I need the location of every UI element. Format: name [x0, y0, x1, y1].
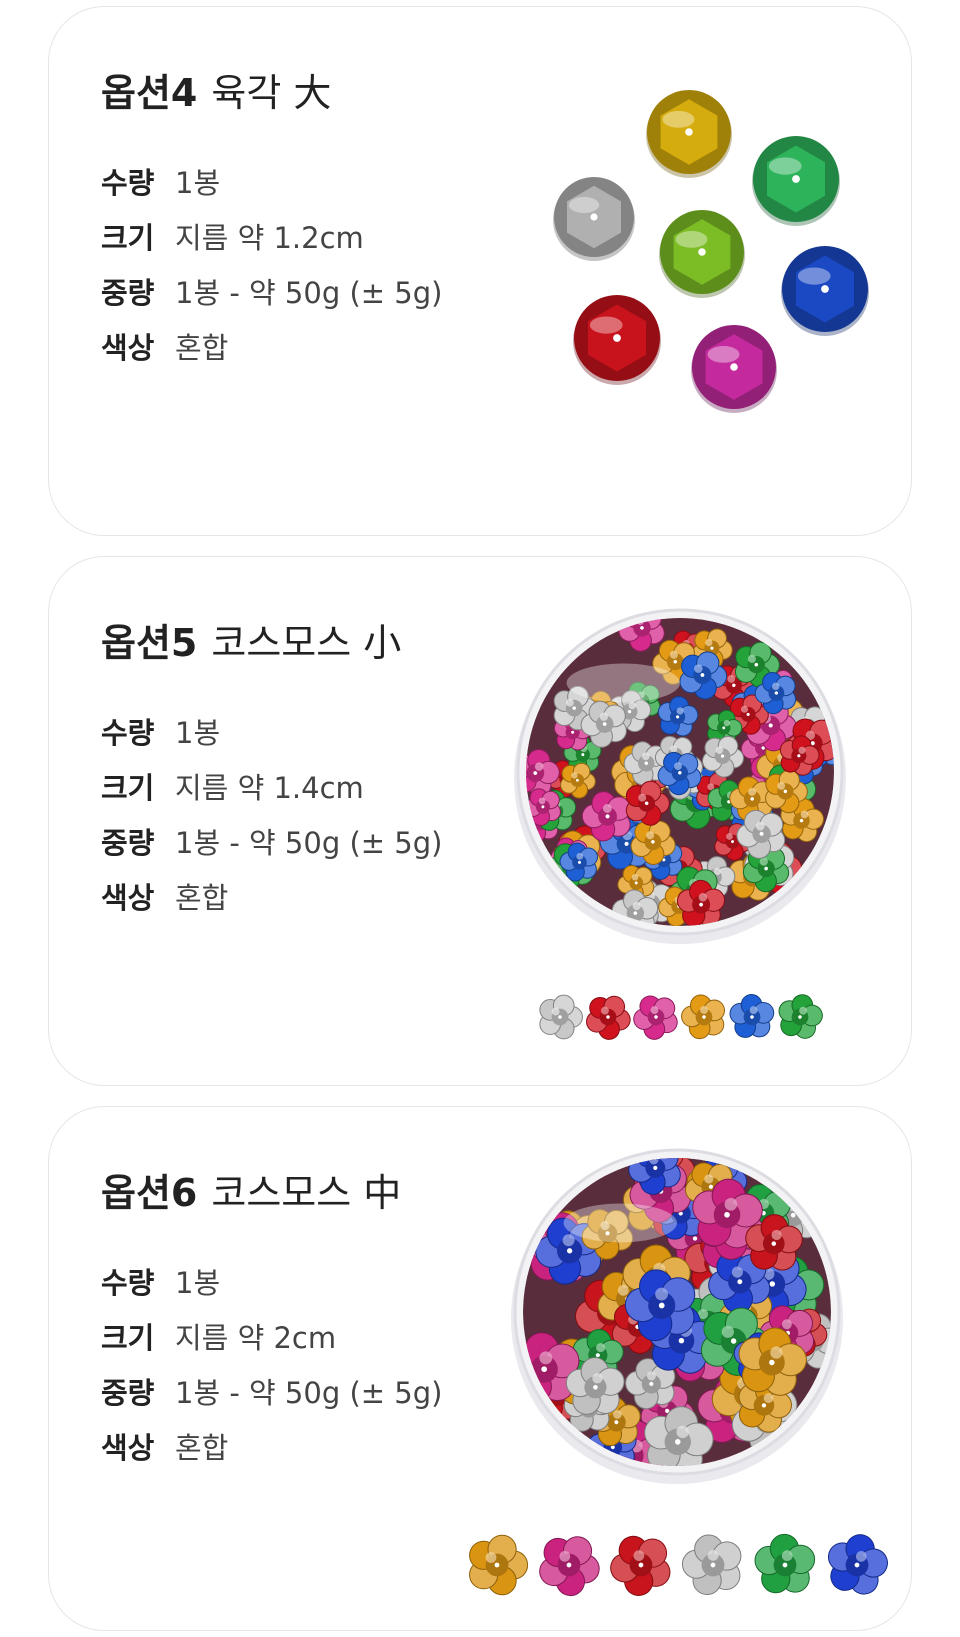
- sequin-pile: [526, 618, 834, 926]
- cosmos-sequin: [754, 1533, 816, 1594]
- cosmos-sequin: [469, 1534, 529, 1596]
- spec-row-size: 크기 지름 약 2cm: [101, 1308, 442, 1363]
- spec-label: 색상: [101, 1430, 155, 1465]
- spec-value: 지름 약 2cm: [175, 1320, 337, 1355]
- option-number: 옵션4: [101, 71, 198, 115]
- spec-label: 수량: [101, 1265, 155, 1300]
- spec-label: 중량: [101, 1375, 155, 1410]
- cosmos-sequin: [729, 994, 775, 1038]
- option-card-6: 옵션6 코스모스 中 수량 1봉 크기 지름 약 2cm 중량 1봉 - 약 50…: [48, 1106, 912, 1631]
- spec-value: 혼합: [175, 1430, 229, 1465]
- option-title: 옵션4 육각 大: [101, 69, 331, 117]
- spec-row-quantity: 수량 1봉: [101, 703, 442, 758]
- hexagon-sequin: [553, 177, 635, 261]
- spec-list: 수량 1봉 크기 지름 약 1.2cm 중량 1봉 - 약 50g (± 5g)…: [101, 153, 442, 373]
- hexagon-sequin: [781, 246, 869, 336]
- spec-value: 1봉 - 약 50g (± 5g): [175, 825, 443, 860]
- hexagon-sequin: [573, 295, 661, 385]
- option-name: 코스모스 小: [211, 621, 402, 665]
- spec-label: 중량: [101, 825, 155, 860]
- hexagon-sequins-image: [553, 90, 869, 413]
- option-card-5: 옵션5 코스모스 小 수량 1봉 크기 지름 약 1.4cm 중량 1봉 - 약 …: [48, 556, 912, 1086]
- spec-row-color: 색상 혼합: [101, 1418, 442, 1473]
- cosmos-small-sequins-image: [514, 608, 846, 1040]
- cosmos-sequin: [539, 994, 583, 1040]
- cosmos-sequin: [681, 994, 725, 1040]
- sequin-pile: [523, 1158, 831, 1466]
- hexagon-sequin: [691, 325, 777, 413]
- spec-row-weight: 중량 1봉 - 약 50g (± 5g): [101, 263, 442, 318]
- spec-label: 수량: [101, 715, 155, 750]
- spec-list: 수량 1봉 크기 지름 약 2cm 중량 1봉 - 약 50g (± 5g) 색…: [101, 1253, 442, 1473]
- cosmos-sequin: [827, 1534, 888, 1595]
- spec-label: 색상: [101, 330, 155, 365]
- spec-row-color: 색상 혼합: [101, 318, 442, 373]
- cosmos-sequin: [586, 995, 631, 1040]
- spec-value: 1봉: [175, 165, 221, 200]
- spec-value: 1봉 - 약 50g (± 5g): [175, 275, 443, 310]
- spec-value: 혼합: [175, 330, 229, 365]
- spec-list: 수량 1봉 크기 지름 약 1.4cm 중량 1봉 - 약 50g (± 5g)…: [101, 703, 442, 923]
- option-number: 옵션6: [101, 1171, 198, 1215]
- spec-row-size: 크기 지름 약 1.4cm: [101, 758, 442, 813]
- spec-row-weight: 중량 1봉 - 약 50g (± 5g): [101, 813, 442, 868]
- hexagon-sequin: [646, 90, 732, 178]
- hexagon-sequin: [659, 210, 745, 298]
- option-name: 코스모스 中: [211, 1171, 402, 1215]
- cosmos-sequin: [633, 995, 678, 1040]
- spec-label: 수량: [101, 165, 155, 200]
- spec-label: 크기: [101, 770, 155, 805]
- cosmos-sequin: [539, 1536, 600, 1597]
- option-card-4: 옵션4 육각 大 수량 1봉 크기 지름 약 1.2cm 중량 1봉 - 약 50…: [48, 6, 912, 536]
- spec-value: 1봉: [175, 1265, 221, 1300]
- spec-value: 1봉: [175, 715, 221, 750]
- spec-value: 1봉 - 약 50g (± 5g): [175, 1375, 443, 1410]
- option-name: 육각 大: [211, 71, 332, 115]
- spec-value: 지름 약 1.2cm: [175, 220, 364, 255]
- spec-label: 중량: [101, 275, 155, 310]
- spec-label: 크기: [101, 1320, 155, 1355]
- spec-label: 크기: [101, 220, 155, 255]
- spec-label: 색상: [101, 880, 155, 915]
- spec-row-weight: 중량 1봉 - 약 50g (± 5g): [101, 1363, 442, 1418]
- cosmos-sequin: [610, 1535, 671, 1596]
- cosmos-sequin: [681, 1534, 742, 1596]
- cosmos-sequin: [778, 994, 823, 1039]
- cosmos-medium-sequins-image: [469, 1148, 888, 1597]
- spec-row-quantity: 수량 1봉: [101, 153, 442, 208]
- spec-row-color: 색상 혼합: [101, 868, 442, 923]
- option-title: 옵션5 코스모스 小: [101, 619, 401, 667]
- option-title: 옵션6 코스모스 中: [101, 1169, 401, 1217]
- option-number: 옵션5: [101, 621, 198, 665]
- hexagon-sequin: [752, 136, 840, 226]
- spec-row-size: 크기 지름 약 1.2cm: [101, 208, 442, 263]
- spec-value: 혼합: [175, 880, 229, 915]
- spec-value: 지름 약 1.4cm: [175, 770, 364, 805]
- spec-row-quantity: 수량 1봉: [101, 1253, 442, 1308]
